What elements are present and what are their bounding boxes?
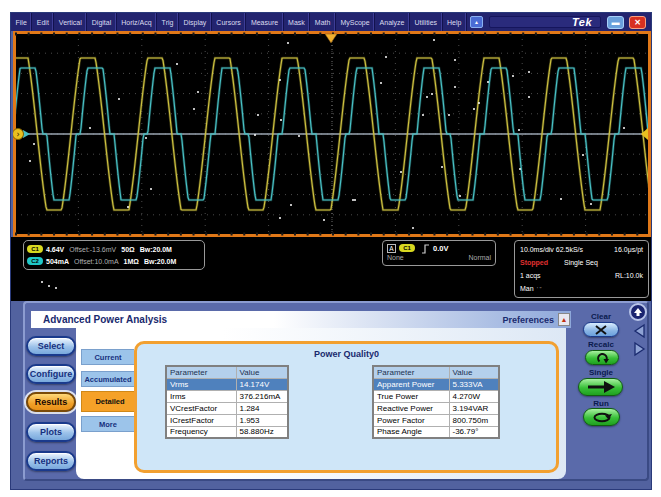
table-row[interactable]: Vrms14.174V xyxy=(166,378,288,390)
svg-text:›: › xyxy=(16,130,19,139)
menu-cursors[interactable]: Cursors xyxy=(212,13,247,31)
table-row[interactable]: True Power4.270W xyxy=(373,390,499,402)
nav-button-reports[interactable]: Reports xyxy=(26,451,76,471)
trigger-mode-normal: Normal xyxy=(468,254,491,261)
table-row[interactable]: Apparent Power5.333VA xyxy=(373,378,499,390)
panel-title: Advanced Power Analysis xyxy=(43,314,167,325)
ch1-scale: 4.64V xyxy=(46,246,64,253)
ch1-badge[interactable]: C1 xyxy=(27,245,43,253)
menu-mask[interactable]: Mask xyxy=(284,13,311,31)
ch1-impedance: 50Ω xyxy=(121,246,134,253)
advanced-power-analysis-panel: Advanced Power Analysis Preferences ▲ Se… xyxy=(23,301,649,481)
single-label: Single xyxy=(566,368,636,377)
content-title: Power Quality0 xyxy=(137,349,556,359)
channel-readout-box[interactable]: C1 4.64V Offset:-13.6mV 50Ω Bw:20.0M C2 … xyxy=(23,240,205,270)
scope-application-window: FileEditVerticalDigitalHoriz/AcqTrigDisp… xyxy=(10,12,652,490)
trigger-readout-box[interactable]: A C1 0.0V None Normal xyxy=(382,240,496,266)
menu-vertical[interactable]: Vertical xyxy=(54,13,87,31)
menu-measure[interactable]: Measure xyxy=(246,13,283,31)
menu-overflow-button[interactable]: ▲ xyxy=(470,16,483,28)
acq-stopped: Stopped xyxy=(520,259,548,266)
table-row[interactable]: Power Factor800.750m xyxy=(373,414,499,426)
menu-utilities[interactable]: Utilities xyxy=(410,13,443,31)
menu-analyze[interactable]: Analyze xyxy=(375,13,410,31)
tab-accumulated[interactable]: Accumulated xyxy=(81,371,134,387)
menu-edit[interactable]: Edit xyxy=(32,13,54,31)
nav-button-configure[interactable]: Configure xyxy=(26,364,76,384)
ch2-scale: 504mA xyxy=(46,258,69,265)
menu-file[interactable]: File xyxy=(11,13,32,31)
close-button[interactable]: ✕ xyxy=(629,16,646,29)
table-row[interactable]: VCrestFactor1.284 xyxy=(166,402,288,414)
results-content-area: Power Quality0 ParameterValueVrms14.174V… xyxy=(134,341,559,473)
table-row[interactable]: Irms376.216mA xyxy=(166,390,288,402)
clear-label: Clear xyxy=(566,312,636,321)
clear-button[interactable] xyxy=(583,322,619,337)
menu-horizacq[interactable]: Horiz/Acq xyxy=(117,13,157,31)
menu-trig[interactable]: Trig xyxy=(157,13,179,31)
run-label: Run xyxy=(566,399,636,408)
ch2-bandwidth: Bw:20.0M xyxy=(144,258,176,265)
ch2-offset: Offset:10.0mA xyxy=(74,258,119,265)
acq-count: 1 acqs xyxy=(520,272,541,279)
ch1-offset: Offset:-13.6mV xyxy=(69,246,116,253)
menu-math[interactable]: Math xyxy=(310,13,336,31)
preferences-label[interactable]: Preferences xyxy=(502,315,554,325)
power-quality-table-right[interactable]: ParameterValueApparent Power5.333VATrue … xyxy=(372,365,500,439)
acq-resolution: 16.0μs/pt xyxy=(614,246,643,253)
single-button[interactable] xyxy=(578,378,623,396)
trigger-source-badge: C1 xyxy=(399,244,415,252)
waveform-display[interactable]: › xyxy=(13,31,651,237)
menu-display[interactable]: Display xyxy=(179,13,212,31)
panel-nav-arrows[interactable] xyxy=(631,323,647,359)
acq-single-seq: Single Seq xyxy=(564,259,598,266)
status-bar: C1 4.64V Offset:-13.6mV 50Ω Bw:20.0M C2 … xyxy=(11,237,651,301)
trigger-mode-none: None xyxy=(387,254,404,261)
recalc-button[interactable] xyxy=(585,350,619,365)
menu-digital[interactable]: Digital xyxy=(87,13,116,31)
trigger-a-icon: A xyxy=(387,244,396,253)
channel-1-readout: C1 4.64V Offset:-13.6mV 50Ω Bw:20.0M xyxy=(27,243,201,255)
table-row[interactable]: Frequency58.880Hz xyxy=(166,426,288,438)
menubar-groove: Tek xyxy=(489,16,601,28)
menu-myscope[interactable]: MyScope xyxy=(336,13,375,31)
channel-2-readout: C2 504mA Offset:10.0mA 1MΩ Bw:20.0M xyxy=(27,255,201,267)
rising-edge-icon xyxy=(421,243,430,254)
acq-timebase: 10.0ms/div 62.5kS/s xyxy=(520,246,583,253)
tab-detailed[interactable]: Detailed xyxy=(81,391,138,412)
ch1-bandwidth: Bw:20.0M xyxy=(140,246,172,253)
tab-current[interactable]: Current xyxy=(81,349,134,365)
ch2-impedance: 1MΩ xyxy=(124,258,139,265)
tek-logo: Tek xyxy=(572,16,592,28)
nav-button-results[interactable]: Results xyxy=(26,392,76,412)
up-arrow-icon xyxy=(633,307,643,317)
menu-help[interactable]: Help xyxy=(443,13,467,31)
run-button[interactable] xyxy=(583,408,620,426)
panel-move-button[interactable] xyxy=(629,303,647,321)
minimize-button[interactable]: ▬ xyxy=(607,16,624,29)
nav-button-plots[interactable]: Plots xyxy=(26,422,76,442)
power-quality-table-left[interactable]: ParameterValueVrms14.174VIrms376.216mAVC… xyxy=(165,365,289,439)
nav-button-select[interactable]: Select xyxy=(26,336,76,356)
acquisition-readout-box[interactable]: 10.0ms/div 62.5kS/s 16.0μs/pt Stopped Si… xyxy=(514,240,649,298)
acq-record-length: RL:10.0k xyxy=(615,272,643,279)
table-row[interactable]: ICrestFactor1.953 xyxy=(166,414,288,426)
tab-more[interactable]: More xyxy=(81,416,134,432)
menubar: FileEditVerticalDigitalHoriz/AcqTrigDisp… xyxy=(11,13,651,31)
ch2-badge[interactable]: C2 xyxy=(27,257,43,265)
recalc-label: Recalc xyxy=(566,340,636,349)
trigger-level: 0.0V xyxy=(433,244,448,253)
acq-man: Man xyxy=(520,285,534,292)
screenshot-frame: FileEditVerticalDigitalHoriz/AcqTrigDisp… xyxy=(0,0,661,497)
table-row[interactable]: Phase Angle-36.79° xyxy=(373,426,499,438)
panel-title-strip: Advanced Power Analysis Preferences ▲ xyxy=(31,311,571,328)
table-row[interactable]: Reactive Power3.194VAR xyxy=(373,402,499,414)
